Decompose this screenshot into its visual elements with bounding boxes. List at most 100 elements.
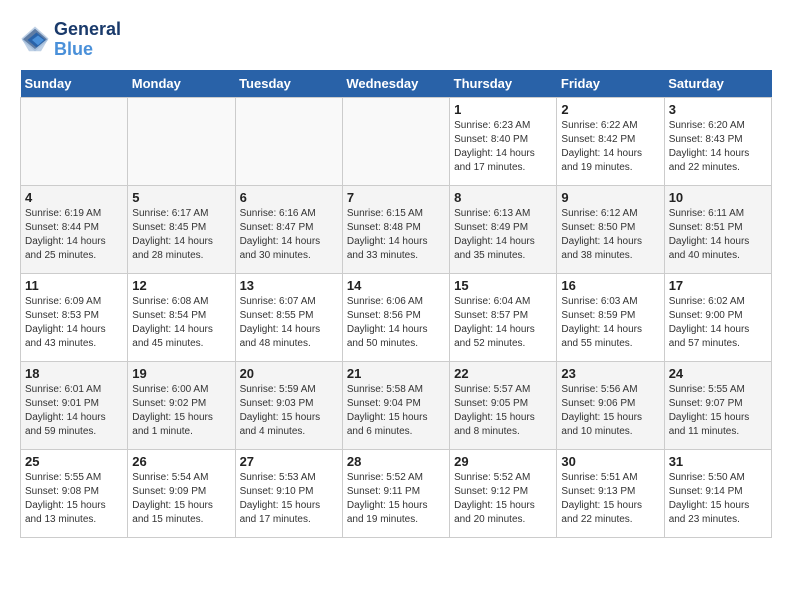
- calendar-cell: 23Sunrise: 5:56 AM Sunset: 9:06 PM Dayli…: [557, 361, 664, 449]
- calendar-cell: [342, 97, 449, 185]
- day-info: Sunrise: 6:06 AM Sunset: 8:56 PM Dayligh…: [347, 295, 445, 351]
- calendar-cell: 16 Sunrise: 6:03 AM Sunset: 8:59 PM Dayli…: [557, 273, 664, 361]
- day-number: 26: [132, 454, 230, 469]
- calendar-cell: 19Sunrise: 6:00 AM Sunset: 9:02 PM Dayli…: [128, 361, 235, 449]
- day-number: 14: [347, 278, 445, 293]
- calendar-cell: 18 Sunrise: 6:01 AM Sunset: 9:01 PM Dayli…: [21, 361, 128, 449]
- day-number: 16: [561, 278, 659, 293]
- calendar-table: SundayMondayTuesdayWednesdayThursdayFrid…: [20, 70, 772, 538]
- calendar-header: SundayMondayTuesdayWednesdayThursdayFrid…: [21, 70, 772, 98]
- week-row-3: 11 Sunrise: 6:09 AM Sunset: 8:53 PM Dayli…: [21, 273, 772, 361]
- calendar-cell: 20 Sunrise: 5:59 AM Sunset: 9:03 PM Dayli…: [235, 361, 342, 449]
- logo-text-line2: Blue: [54, 40, 121, 60]
- day-info: Sunrise: 6:04 AM Sunset: 8:57 PM Dayligh…: [454, 295, 552, 351]
- calendar-cell: 7 Sunrise: 6:15 AM Sunset: 8:48 PM Daylig…: [342, 185, 449, 273]
- calendar-cell: 8Sunrise: 6:13 AM Sunset: 8:49 PM Daylig…: [450, 185, 557, 273]
- calendar-cell: 14 Sunrise: 6:06 AM Sunset: 8:56 PM Dayli…: [342, 273, 449, 361]
- day-header-thursday: Thursday: [450, 70, 557, 98]
- logo-text-line1: General: [54, 20, 121, 40]
- day-info: Sunrise: 6:02 AM Sunset: 9:00 PM Dayligh…: [669, 295, 767, 351]
- day-info: Sunrise: 6:17 AM Sunset: 8:45 PM Dayligh…: [132, 207, 230, 263]
- day-info: Sunrise: 6:08 AM Sunset: 8:54 PM Dayligh…: [132, 295, 230, 351]
- day-info: Sunrise: 5:59 AM Sunset: 9:03 PM Dayligh…: [240, 383, 338, 439]
- day-number: 31: [669, 454, 767, 469]
- calendar-cell: 17 Sunrise: 6:02 AM Sunset: 9:00 PM Dayli…: [664, 273, 771, 361]
- day-number: 21: [347, 366, 445, 381]
- day-info: Sunrise: 6:01 AM Sunset: 9:01 PM Dayligh…: [25, 383, 123, 439]
- day-number: 15: [454, 278, 552, 293]
- calendar-cell: 22 Sunrise: 5:57 AM Sunset: 9:05 PM Dayli…: [450, 361, 557, 449]
- calendar-cell: 11 Sunrise: 6:09 AM Sunset: 8:53 PM Dayli…: [21, 273, 128, 361]
- calendar-cell: 25 Sunrise: 5:55 AM Sunset: 9:08 PM Dayli…: [21, 449, 128, 537]
- day-number: 4: [25, 190, 123, 205]
- day-info: Sunrise: 6:09 AM Sunset: 8:53 PM Dayligh…: [25, 295, 123, 351]
- calendar-cell: [21, 97, 128, 185]
- day-info: Sunrise: 5:51 AM Sunset: 9:13 PM Dayligh…: [561, 471, 659, 527]
- day-number: 7: [347, 190, 445, 205]
- day-info: Sunrise: 6:13 AM Sunset: 8:49 PM Dayligh…: [454, 207, 552, 263]
- day-info: Sunrise: 6:20 AM Sunset: 8:43 PM Dayligh…: [669, 119, 767, 175]
- calendar-cell: 13Sunrise: 6:07 AM Sunset: 8:55 PM Dayli…: [235, 273, 342, 361]
- week-row-5: 25 Sunrise: 5:55 AM Sunset: 9:08 PM Dayli…: [21, 449, 772, 537]
- day-number: 30: [561, 454, 659, 469]
- day-number: 9: [561, 190, 659, 205]
- day-number: 2: [561, 102, 659, 117]
- day-number: 5: [132, 190, 230, 205]
- week-row-2: 4 Sunrise: 6:19 AM Sunset: 8:44 PM Daylig…: [21, 185, 772, 273]
- calendar-cell: 26 Sunrise: 5:54 AM Sunset: 9:09 PM Dayli…: [128, 449, 235, 537]
- calendar-cell: 27 Sunrise: 5:53 AM Sunset: 9:10 PM Dayli…: [235, 449, 342, 537]
- day-number: 18: [25, 366, 123, 381]
- calendar-cell: 28 Sunrise: 5:52 AM Sunset: 9:11 PM Dayli…: [342, 449, 449, 537]
- day-info: Sunrise: 6:07 AM Sunset: 8:55 PM Dayligh…: [240, 295, 338, 351]
- day-number: 1: [454, 102, 552, 117]
- page-header: General Blue: [20, 20, 772, 60]
- day-header-monday: Monday: [128, 70, 235, 98]
- day-info: Sunrise: 6:03 AM Sunset: 8:59 PM Dayligh…: [561, 295, 659, 351]
- day-header-saturday: Saturday: [664, 70, 771, 98]
- day-number: 3: [669, 102, 767, 117]
- day-info: Sunrise: 6:00 AM Sunset: 9:02 PM Dayligh…: [132, 383, 230, 439]
- calendar-cell: 24Sunrise: 5:55 AM Sunset: 9:07 PM Dayli…: [664, 361, 771, 449]
- day-info: Sunrise: 5:58 AM Sunset: 9:04 PM Dayligh…: [347, 383, 445, 439]
- week-row-4: 18 Sunrise: 6:01 AM Sunset: 9:01 PM Dayli…: [21, 361, 772, 449]
- calendar-cell: 3 Sunrise: 6:20 AM Sunset: 8:43 PM Daylig…: [664, 97, 771, 185]
- day-info: Sunrise: 5:50 AM Sunset: 9:14 PM Dayligh…: [669, 471, 767, 527]
- day-info: Sunrise: 5:57 AM Sunset: 9:05 PM Dayligh…: [454, 383, 552, 439]
- calendar-cell: 4 Sunrise: 6:19 AM Sunset: 8:44 PM Daylig…: [21, 185, 128, 273]
- day-number: 25: [25, 454, 123, 469]
- week-row-1: 1 Sunrise: 6:23 AM Sunset: 8:40 PM Daylig…: [21, 97, 772, 185]
- day-info: Sunrise: 6:11 AM Sunset: 8:51 PM Dayligh…: [669, 207, 767, 263]
- day-number: 10: [669, 190, 767, 205]
- day-number: 27: [240, 454, 338, 469]
- day-info: Sunrise: 5:53 AM Sunset: 9:10 PM Dayligh…: [240, 471, 338, 527]
- calendar-cell: 5 Sunrise: 6:17 AM Sunset: 8:45 PM Daylig…: [128, 185, 235, 273]
- day-number: 28: [347, 454, 445, 469]
- day-info: Sunrise: 5:52 AM Sunset: 9:11 PM Dayligh…: [347, 471, 445, 527]
- day-info: Sunrise: 6:22 AM Sunset: 8:42 PM Dayligh…: [561, 119, 659, 175]
- day-info: Sunrise: 6:23 AM Sunset: 8:40 PM Dayligh…: [454, 119, 552, 175]
- day-info: Sunrise: 6:15 AM Sunset: 8:48 PM Dayligh…: [347, 207, 445, 263]
- logo-icon: [20, 25, 50, 55]
- calendar-cell: 29Sunrise: 5:52 AM Sunset: 9:12 PM Dayli…: [450, 449, 557, 537]
- day-number: 20: [240, 366, 338, 381]
- calendar-cell: 12 Sunrise: 6:08 AM Sunset: 8:54 PM Dayli…: [128, 273, 235, 361]
- day-number: 11: [25, 278, 123, 293]
- day-number: 12: [132, 278, 230, 293]
- logo: General Blue: [20, 20, 121, 60]
- calendar-cell: 10 Sunrise: 6:11 AM Sunset: 8:51 PM Dayli…: [664, 185, 771, 273]
- day-info: Sunrise: 5:56 AM Sunset: 9:06 PM Dayligh…: [561, 383, 659, 439]
- calendar-cell: [128, 97, 235, 185]
- day-header-sunday: Sunday: [21, 70, 128, 98]
- day-info: Sunrise: 6:12 AM Sunset: 8:50 PM Dayligh…: [561, 207, 659, 263]
- day-info: Sunrise: 6:19 AM Sunset: 8:44 PM Dayligh…: [25, 207, 123, 263]
- day-number: 17: [669, 278, 767, 293]
- calendar-cell: 2 Sunrise: 6:22 AM Sunset: 8:42 PM Daylig…: [557, 97, 664, 185]
- day-info: Sunrise: 5:55 AM Sunset: 9:08 PM Dayligh…: [25, 471, 123, 527]
- calendar-cell: 31 Sunrise: 5:50 AM Sunset: 9:14 PM Dayli…: [664, 449, 771, 537]
- calendar-cell: 9 Sunrise: 6:12 AM Sunset: 8:50 PM Daylig…: [557, 185, 664, 273]
- day-number: 22: [454, 366, 552, 381]
- calendar-cell: 6Sunrise: 6:16 AM Sunset: 8:47 PM Daylig…: [235, 185, 342, 273]
- day-info: Sunrise: 5:54 AM Sunset: 9:09 PM Dayligh…: [132, 471, 230, 527]
- calendar-cell: 30 Sunrise: 5:51 AM Sunset: 9:13 PM Dayli…: [557, 449, 664, 537]
- day-number: 6: [240, 190, 338, 205]
